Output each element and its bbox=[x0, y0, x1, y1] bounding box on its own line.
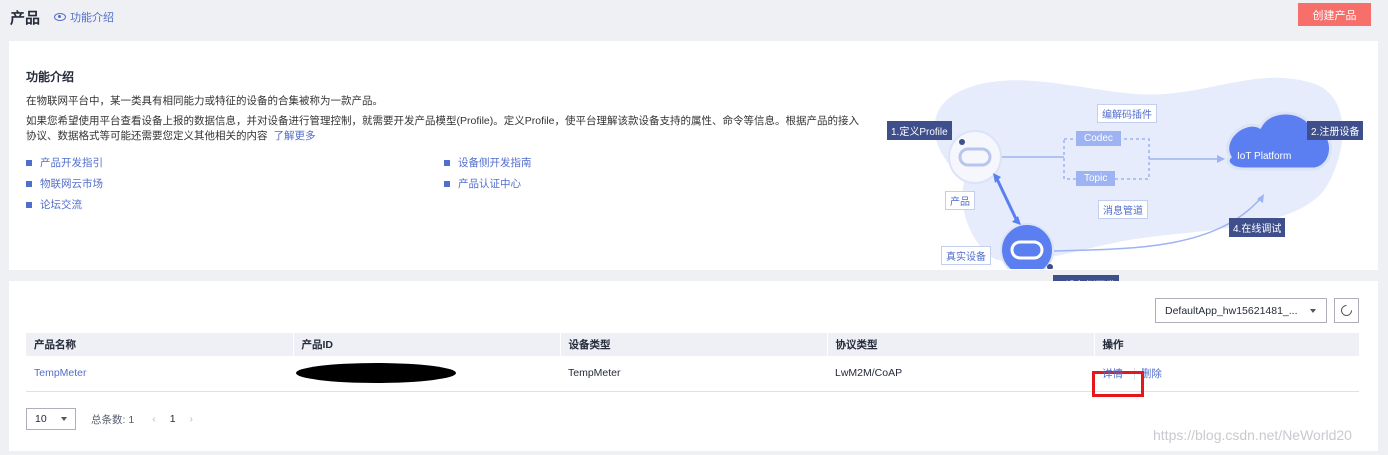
app-select-value: DefaultApp_hw15621481_... bbox=[1165, 304, 1298, 317]
bullet-icon bbox=[26, 159, 32, 166]
next-page-button[interactable]: › bbox=[190, 413, 194, 425]
page-header: 产品 功能介绍 创建产品 bbox=[0, 0, 1388, 34]
link-forum[interactable]: 论坛交流 bbox=[26, 197, 82, 212]
product-id-cell bbox=[293, 356, 560, 392]
column-header-name: 产品名称 bbox=[26, 333, 294, 356]
column-header-id: 产品ID bbox=[293, 333, 561, 356]
column-header-actions: 操作 bbox=[1094, 333, 1360, 356]
bullet-icon bbox=[444, 180, 450, 187]
link-label: 论坛交流 bbox=[40, 199, 82, 211]
iot-platform-label: IoT Platform bbox=[1237, 151, 1292, 162]
table-row: TempMeter TempMeter LwM2M/CoAP 详情 删除 bbox=[26, 356, 1359, 397]
page-size-select[interactable]: 10 bbox=[26, 408, 76, 430]
link-label: 设备侧开发指南 bbox=[458, 157, 532, 169]
create-product-button[interactable]: 创建产品 bbox=[1298, 3, 1371, 26]
pagination: 10 总条数: 1 ‹ 1 › bbox=[26, 408, 193, 430]
column-header-protocol: 协议类型 bbox=[827, 333, 1095, 356]
intro-toggle-link[interactable]: 功能介绍 bbox=[54, 9, 114, 25]
intro-paragraph-2-text: 如果您希望使用平台查看设备上报的数据信息，并对设备进行管理控制，就需要开发产品模… bbox=[26, 115, 860, 142]
intro-panel: 功能介绍 在物联网平台中，某一类具有相同能力或特征的设备的合集被称为一款产品。 … bbox=[9, 41, 1378, 294]
link-product-certification[interactable]: 产品认证中心 bbox=[444, 176, 521, 191]
chevron-down-icon bbox=[61, 417, 67, 421]
app-select-dropdown[interactable]: DefaultApp_hw15621481_... bbox=[1155, 298, 1327, 323]
detail-link[interactable]: 详情 bbox=[1102, 368, 1123, 380]
diagram-graphics bbox=[934, 77, 1343, 269]
bullet-icon bbox=[444, 159, 450, 166]
link-iot-market[interactable]: 物联网云市场 bbox=[26, 176, 103, 191]
page-number-1[interactable]: 1 bbox=[170, 413, 176, 425]
learn-more-link[interactable]: 了解更多 bbox=[274, 130, 316, 142]
intro-heading: 功能介绍 bbox=[26, 70, 75, 84]
link-device-dev-guide[interactable]: 设备侧开发指南 bbox=[444, 155, 532, 170]
intro-toggle-label: 功能介绍 bbox=[70, 12, 115, 24]
page-size-value: 10 bbox=[35, 413, 47, 425]
delete-link[interactable]: 删除 bbox=[1133, 367, 1162, 380]
real-device-label: 真实设备 bbox=[941, 246, 991, 265]
intro-paragraph-1: 在物联网平台中，某一类具有相同能力或特征的设备的合集被称为一款产品。 bbox=[26, 95, 383, 107]
product-name-link[interactable]: TempMeter bbox=[34, 367, 87, 379]
link-label: 产品认证中心 bbox=[458, 178, 521, 190]
step-define-profile-label: 1.定义Profile bbox=[887, 121, 952, 140]
step-online-debug-label: 4.在线调试 bbox=[1229, 218, 1286, 237]
topic-label: Topic bbox=[1076, 171, 1116, 186]
intro-paragraph-2: 如果您希望使用平台查看设备上报的数据信息，并对设备进行管理控制，就需要开发产品模… bbox=[26, 114, 861, 144]
codec-plugin-label: 编解码插件 bbox=[1097, 104, 1157, 123]
protocol-cell: LwM2M/CoAP bbox=[827, 356, 1094, 392]
bullet-icon bbox=[26, 201, 32, 208]
link-product-dev-guide[interactable]: 产品开发指引 bbox=[26, 155, 103, 170]
product-label: 产品 bbox=[945, 191, 975, 210]
product-name-cell: TempMeter bbox=[26, 356, 293, 392]
watermark: https://blog.csdn.net/NeWorld20 bbox=[1153, 427, 1352, 443]
redacted-product-id bbox=[296, 363, 456, 384]
refresh-icon bbox=[1338, 302, 1355, 319]
workflow-diagram: 1.定义Profile 编解码插件 Codec Topic 消息管道 产品 真实… bbox=[875, 69, 1375, 294]
bullet-icon bbox=[26, 180, 32, 187]
device-type-cell: TempMeter bbox=[560, 356, 827, 392]
product-table: 产品名称 产品ID 设备类型 协议类型 操作 TempMeter TempMet… bbox=[26, 333, 1360, 397]
prev-page-button[interactable]: ‹ bbox=[152, 413, 156, 425]
chevron-down-icon bbox=[1310, 309, 1316, 313]
link-label: 物联网云市场 bbox=[40, 178, 103, 190]
message-pipe-label: 消息管道 bbox=[1098, 200, 1148, 219]
refresh-button[interactable] bbox=[1334, 298, 1359, 323]
page-title: 产品 bbox=[10, 9, 41, 27]
link-label: 产品开发指引 bbox=[40, 157, 103, 169]
codec-label: Codec bbox=[1076, 131, 1121, 146]
column-header-device-type: 设备类型 bbox=[560, 333, 828, 356]
step-register-device-label: 2.注册设备 bbox=[1307, 121, 1364, 140]
eye-icon bbox=[54, 13, 67, 21]
total-count: 总条数: 1 bbox=[91, 413, 135, 426]
product-list-panel: DefaultApp_hw15621481_... 产品名称 产品ID 设备类型… bbox=[9, 281, 1378, 451]
table-header-row: 产品名称 产品ID 设备类型 协议类型 操作 bbox=[26, 333, 1360, 356]
actions-cell: 详情 删除 bbox=[1092, 356, 1359, 397]
